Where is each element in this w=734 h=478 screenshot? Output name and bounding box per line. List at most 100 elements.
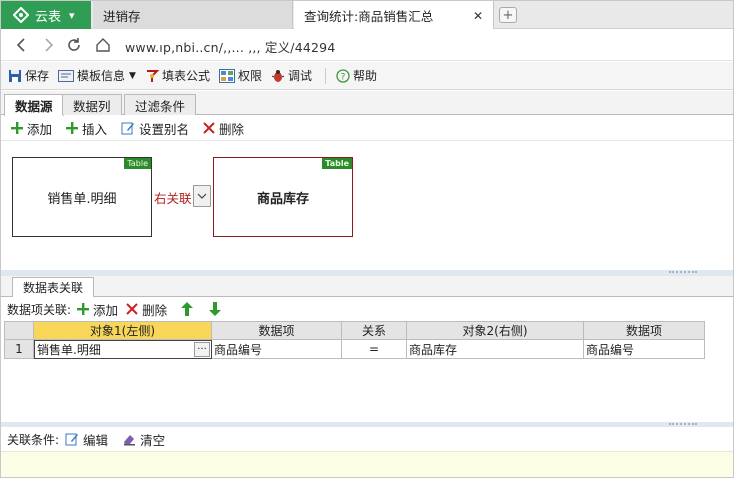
arrow-down-icon[interactable] bbox=[209, 302, 222, 316]
browser-tabstrip: 云表 ▾ 进销存 查询统计:商品销售汇总 ✕ + bbox=[1, 1, 733, 29]
plus-icon bbox=[77, 303, 90, 315]
help-icon: ? bbox=[336, 68, 350, 83]
close-icon bbox=[203, 122, 215, 134]
table-badge: Table bbox=[124, 158, 151, 169]
chevron-down-icon: ▾ bbox=[69, 8, 75, 22]
grid-header-field1[interactable]: 数据项 bbox=[212, 321, 342, 340]
tab-jinxiaocun[interactable]: 进销存 bbox=[93, 1, 293, 29]
add-association-button[interactable]: 添加 bbox=[77, 300, 118, 319]
object1-cell[interactable]: 销售单.明细 ··· bbox=[34, 340, 212, 359]
app-window: 云表 ▾ 进销存 查询统计:商品销售汇总 ✕ + www.ıp,nbi..cn/… bbox=[0, 0, 734, 478]
edit-label: 编辑 bbox=[83, 432, 109, 448]
delete-label: 删除 bbox=[219, 121, 245, 137]
relation-cell[interactable]: = bbox=[342, 340, 407, 359]
tab-data-source[interactable]: 数据源 bbox=[4, 94, 64, 116]
debug-button[interactable]: 调试 bbox=[271, 67, 312, 84]
save-button[interactable]: 保存 bbox=[8, 67, 49, 84]
object1-value: 销售单.明细 bbox=[37, 343, 101, 357]
tab-filter-conditions[interactable]: 过滤条件 bbox=[124, 94, 197, 115]
lower-tabs: 数据表关联 bbox=[1, 276, 733, 297]
tab-label: 过滤条件 bbox=[135, 98, 186, 114]
formula-button[interactable]: 填表公式 bbox=[145, 67, 210, 84]
plus-icon bbox=[11, 122, 23, 134]
join-condition-bar: 关联条件: 编辑 清空 bbox=[1, 428, 733, 450]
field-association-label: 数据项关联: bbox=[7, 302, 72, 317]
delete-association-button[interactable]: 删除 bbox=[126, 300, 167, 319]
bug-icon bbox=[271, 69, 285, 83]
url-field[interactable]: www.ıp,nbi..cn/,,... ,,, 定义/44294 bbox=[125, 37, 335, 56]
back-icon[interactable] bbox=[11, 35, 31, 55]
join-condition-area[interactable] bbox=[1, 451, 733, 477]
eraser-icon bbox=[122, 432, 136, 446]
clear-condition-button[interactable]: 清空 bbox=[122, 430, 165, 449]
edit-condition-button[interactable]: 编辑 bbox=[65, 430, 108, 449]
tab-label: 数据源 bbox=[15, 99, 53, 114]
chevron-down-icon bbox=[197, 193, 207, 199]
table-node-label: 销售单.明细 bbox=[47, 191, 117, 207]
table-node-label: 商品库存 bbox=[256, 191, 309, 207]
permission-label: 权限 bbox=[237, 69, 262, 83]
new-tab-button[interactable]: + bbox=[499, 7, 517, 23]
chevron-down-icon: ▼ bbox=[129, 70, 136, 81]
grid-header-object2[interactable]: 对象2(右侧) bbox=[407, 321, 584, 340]
main-toolbar: 保存 模板信息 ▼ 填表公式 权限 调试 ? 帮助 bbox=[1, 62, 733, 90]
address-bar: www.ıp,nbi..cn/,,... ,,, 定义/44294 bbox=[1, 29, 733, 61]
delete-label: 删除 bbox=[142, 302, 168, 318]
template-info-button[interactable]: 模板信息 ▼ bbox=[58, 67, 136, 84]
add-label: 添加 bbox=[27, 121, 53, 137]
ellipsis-icon[interactable]: ··· bbox=[194, 342, 210, 357]
help-button[interactable]: ? 帮助 bbox=[336, 67, 377, 84]
edit-icon bbox=[121, 121, 135, 135]
forward-icon[interactable] bbox=[39, 35, 59, 55]
permission-icon bbox=[218, 68, 235, 83]
tab-query-sales-summary[interactable]: 查询统计:商品销售汇总 ✕ bbox=[294, 1, 494, 29]
relation-type-label: 右关联 bbox=[154, 191, 192, 206]
brand-menu[interactable]: 云表 ▾ bbox=[1, 1, 91, 29]
brand-label: 云表 bbox=[35, 9, 62, 25]
table-row: 1 销售单.明细 ··· 商品编号 = 商品库存 商品编号 bbox=[4, 340, 705, 359]
add-button[interactable]: 添加 bbox=[11, 119, 52, 138]
config-tabs: 数据源 数据列 过滤条件 bbox=[1, 91, 733, 116]
plus-icon bbox=[66, 122, 79, 134]
help-label: 帮助 bbox=[353, 69, 378, 83]
close-icon[interactable]: ✕ bbox=[473, 9, 483, 23]
grid-header-field2[interactable]: 数据项 bbox=[584, 321, 705, 340]
set-alias-button[interactable]: 设置别名 bbox=[121, 119, 189, 138]
tab-data-columns[interactable]: 数据列 bbox=[62, 94, 122, 115]
arrow-up-icon[interactable] bbox=[181, 302, 194, 316]
field-association-bar: 数据项关联: 添加 删除 bbox=[1, 298, 733, 320]
tab-label: 进销存 bbox=[103, 8, 141, 24]
delete-button[interactable]: 删除 bbox=[203, 119, 244, 138]
pane-splitter[interactable] bbox=[1, 422, 733, 427]
grid-header-corner bbox=[4, 321, 34, 340]
field2-cell[interactable]: 商品编号 bbox=[584, 340, 705, 359]
datasource-actions: 添加 插入 设置别名 删除 bbox=[1, 116, 733, 141]
table-badge: Table bbox=[322, 158, 352, 169]
grid-header-row: 对象1(左侧) 数据项 关系 对象2(右侧) 数据项 bbox=[4, 321, 705, 340]
tab-label: 数据表关联 bbox=[23, 281, 84, 295]
splitter-grip bbox=[669, 423, 697, 425]
home-icon[interactable] bbox=[93, 35, 113, 55]
table-relation-canvas: Table 销售单.明细 右关联 Table 商品库存 bbox=[1, 142, 733, 270]
template-info-label: 模板信息 bbox=[77, 69, 126, 83]
edit-icon bbox=[65, 432, 79, 446]
tab-table-relations[interactable]: 数据表关联 bbox=[12, 277, 95, 297]
formula-icon bbox=[145, 69, 159, 83]
grid-header-object1[interactable]: 对象1(左侧) bbox=[34, 321, 212, 340]
grid-header-relation[interactable]: 关系 bbox=[342, 321, 407, 340]
table-node-sales-detail[interactable]: Table 销售单.明细 bbox=[12, 157, 152, 237]
permission-button[interactable]: 权限 bbox=[218, 67, 262, 84]
field1-cell[interactable]: 商品编号 bbox=[212, 340, 342, 359]
save-label: 保存 bbox=[25, 69, 50, 83]
object2-cell[interactable]: 商品库存 bbox=[407, 340, 584, 359]
relation-dropdown[interactable] bbox=[193, 185, 211, 207]
insert-button[interactable]: 插入 bbox=[66, 119, 107, 138]
table-node-product-stock[interactable]: Table 商品库存 bbox=[213, 157, 353, 237]
clear-label: 清空 bbox=[140, 432, 166, 448]
save-icon bbox=[8, 69, 22, 83]
tab-label: 查询统计:商品销售汇总 bbox=[304, 8, 434, 24]
yunbiao-logo-icon bbox=[13, 7, 29, 23]
row-number: 1 bbox=[4, 340, 34, 359]
refresh-icon[interactable] bbox=[64, 35, 84, 55]
template-icon bbox=[58, 69, 75, 82]
